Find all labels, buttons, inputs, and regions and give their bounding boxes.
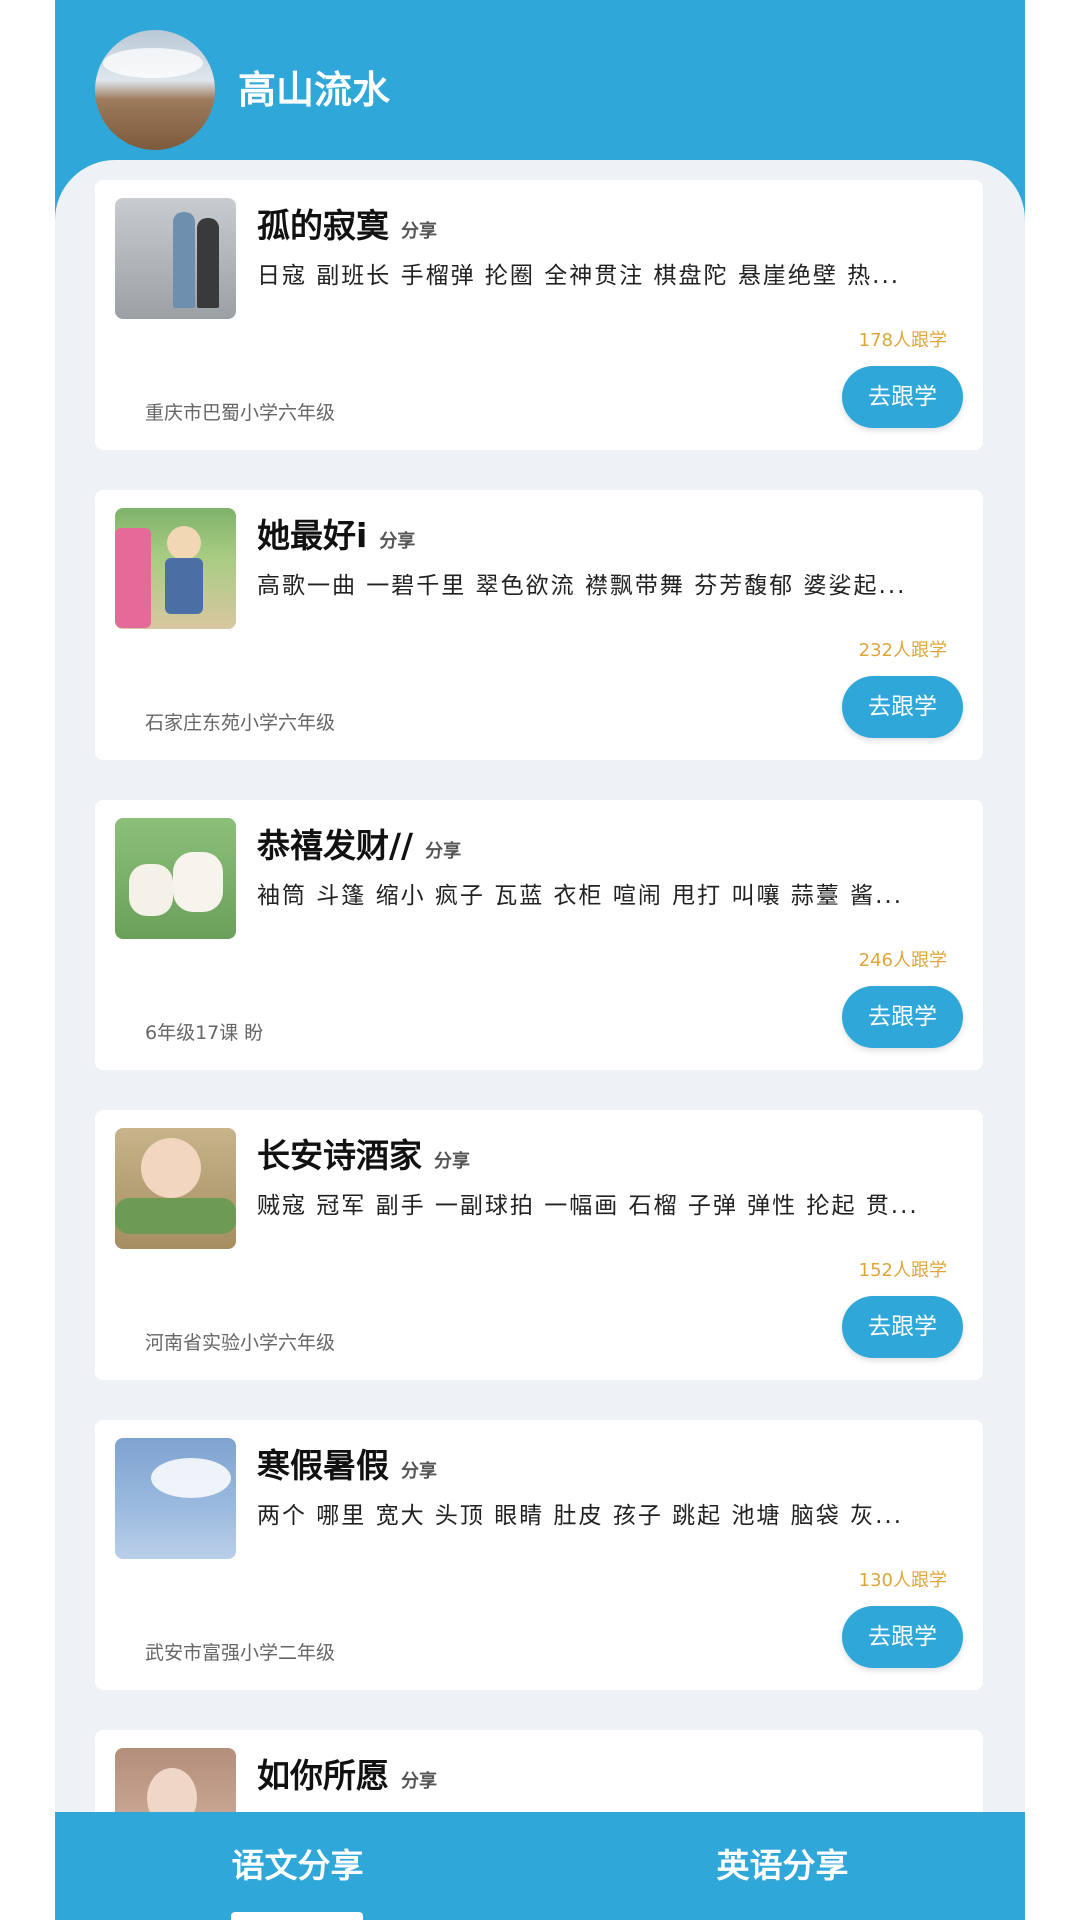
- share-tag: 分享: [434, 1151, 470, 1172]
- word-list: 贼寇 冠军 副手 一副球拍 一幅画 石榴 子弹 弹性 抡起 贯...: [257, 1193, 919, 1219]
- share-card[interactable]: 如你所愿 分享: [95, 1730, 983, 1812]
- tab-chinese-share[interactable]: 语文分享: [55, 1812, 540, 1920]
- school-label: 重庆市巴蜀小学六年级: [145, 402, 336, 424]
- share-tag: 分享: [401, 221, 437, 242]
- share-title: 长安诗酒家: [257, 1136, 422, 1175]
- share-thumbnail: [115, 198, 236, 319]
- bottom-tab-bar: 语文分享 英语分享: [55, 1812, 1025, 1920]
- follow-study-button[interactable]: 去跟学: [842, 366, 963, 428]
- word-list: 日寇 副班长 手榴弹 抡圈 全神贯注 棋盘陀 悬崖绝壁 热...: [257, 263, 901, 289]
- school-label: 武安市富强小学二年级: [145, 1642, 336, 1664]
- share-card[interactable]: 恭禧发财// 分享 袖筒 斗篷 缩小 疯子 瓦蓝 衣柜 喧闹 甩打 叫嚷 蒜薹 …: [95, 800, 983, 1070]
- active-tab-indicator: [231, 1912, 363, 1920]
- follower-count: 246人跟学: [858, 950, 947, 971]
- share-thumbnail: [115, 1748, 236, 1812]
- word-list: 两个 哪里 宽大 头顶 眼睛 肚皮 孩子 跳起 池塘 脑袋 灰...: [257, 1503, 904, 1529]
- share-list[interactable]: 孤的寂寞 分享 日寇 副班长 手榴弹 抡圈 全神贯注 棋盘陀 悬崖绝壁 热...…: [55, 160, 1025, 1812]
- share-thumbnail: [115, 1438, 236, 1559]
- follower-count: 232人跟学: [858, 640, 947, 661]
- share-card[interactable]: 长安诗酒家 分享 贼寇 冠军 副手 一副球拍 一幅画 石榴 子弹 弹性 抡起 贯…: [95, 1110, 983, 1380]
- word-list: 高歌一曲 一碧千里 翠色欲流 襟飘带舞 芬芳馥郁 婆娑起...: [257, 573, 907, 599]
- app-screen: 高山流水 孤的寂寞 分享 日寇 副班长 手榴弹 抡圈 全神贯注 棋盘陀 悬崖绝壁…: [55, 0, 1025, 1920]
- share-title: 恭禧发财//: [257, 826, 414, 865]
- school-label: 河南省实验小学六年级: [145, 1332, 336, 1354]
- tab-english-share[interactable]: 英语分享: [540, 1812, 1025, 1920]
- share-card[interactable]: 寒假暑假 分享 两个 哪里 宽大 头顶 眼睛 肚皮 孩子 跳起 池塘 脑袋 灰.…: [95, 1420, 983, 1690]
- follower-count: 130人跟学: [858, 1570, 947, 1591]
- share-tag: 分享: [379, 531, 416, 552]
- word-list: 袖筒 斗篷 缩小 疯子 瓦蓝 衣柜 喧闹 甩打 叫嚷 蒜薹 酱...: [257, 883, 904, 909]
- follow-study-button[interactable]: 去跟学: [842, 986, 963, 1048]
- share-title: 如你所愿: [257, 1756, 389, 1795]
- follower-count: 178人跟学: [858, 330, 947, 351]
- follow-study-button[interactable]: 去跟学: [842, 1296, 963, 1358]
- share-tag: 分享: [401, 1771, 437, 1792]
- username: 高山流水: [238, 68, 391, 112]
- school-label: 石家庄东苑小学六年级: [145, 712, 336, 734]
- profile-header: 高山流水: [55, 0, 1025, 170]
- avatar[interactable]: [95, 30, 215, 150]
- share-title: 她最好i: [257, 516, 368, 555]
- share-tag: 分享: [401, 1461, 437, 1482]
- share-tag: 分享: [425, 841, 462, 862]
- share-title: 寒假暑假: [257, 1446, 389, 1485]
- share-title: 孤的寂寞: [257, 206, 389, 245]
- follow-study-button[interactable]: 去跟学: [842, 1606, 963, 1668]
- follow-study-button[interactable]: 去跟学: [842, 676, 963, 738]
- share-card[interactable]: 她最好i 分享 高歌一曲 一碧千里 翠色欲流 襟飘带舞 芬芳馥郁 婆娑起... …: [95, 490, 983, 760]
- follower-count: 152人跟学: [858, 1260, 947, 1281]
- school-label: 6年级17课 盼: [145, 1022, 264, 1044]
- share-card[interactable]: 孤的寂寞 分享 日寇 副班长 手榴弹 抡圈 全神贯注 棋盘陀 悬崖绝壁 热...…: [95, 180, 983, 450]
- share-thumbnail: [115, 818, 236, 939]
- share-thumbnail: [115, 1128, 236, 1249]
- share-thumbnail: [115, 508, 236, 629]
